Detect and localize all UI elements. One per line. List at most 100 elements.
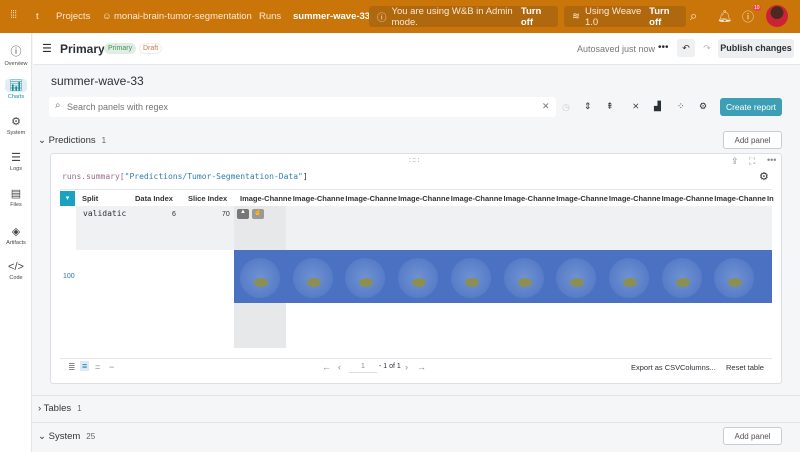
row-height-short-icon[interactable]: =	[95, 362, 100, 372]
breadcrumb-project[interactable]: monai-brain-tumor-segmentation	[114, 11, 252, 22]
segmentation-image[interactable]	[556, 258, 597, 298]
column-header[interactable]: In	[767, 194, 774, 203]
sidebar: ⓘ Overview 📊︎ Charts ⚙ System ☰ Logs ▤ Files …	[0, 33, 32, 452]
menu-icon[interactable]: ☰	[42, 42, 52, 55]
chevron-down-icon: ⌄	[38, 135, 49, 146]
prev-page-icon[interactable]: ‹	[338, 362, 341, 372]
sidebar-item-system[interactable]: ⚙ System	[0, 115, 32, 136]
gear-icon[interactable]: ⚙	[759, 170, 769, 183]
search-input[interactable]	[67, 99, 537, 114]
row-height-medium-icon[interactable]: ≡	[80, 361, 90, 371]
page-input[interactable]	[349, 361, 377, 373]
first-page-icon[interactable]: ←	[322, 362, 331, 372]
section-tables[interactable]: › Tables 1	[38, 403, 82, 414]
breadcrumb-projects[interactable]: Projects	[56, 11, 90, 22]
clear-icon[interactable]: ✕	[542, 101, 550, 112]
sidebar-item-code[interactable]: </> Code	[0, 261, 32, 281]
column-header[interactable]: Image-Channe	[293, 194, 345, 203]
cell-slice-index: 70	[222, 211, 230, 218]
sidebar-item-artifacts[interactable]: ◈ Artifacts	[0, 225, 32, 246]
info-icon: ⓘ	[10, 46, 22, 58]
sidebar-item-logs[interactable]: ☰ Logs	[0, 151, 32, 172]
help-icon[interactable]: ⓘ	[742, 8, 754, 25]
column-header[interactable]: Split	[82, 194, 98, 203]
next-page-icon[interactable]: ›	[405, 362, 408, 372]
breadcrumb-runs[interactable]: Runs	[259, 11, 281, 22]
bell-icon[interactable]: 🔔︎	[717, 9, 732, 23]
cursor-hand-icon[interactable]: ☝	[252, 209, 264, 219]
breadcrumb-entity[interactable]: t	[36, 11, 39, 22]
column-header[interactable]: Image-Channe	[398, 194, 450, 203]
row-height-min-icon[interactable]: −	[109, 362, 114, 372]
history-icon[interactable]: ◷	[562, 102, 570, 113]
avatar[interactable]	[766, 5, 788, 27]
query-expression[interactable]: runs.summary["Predictions/Tumor-Segmenta…	[62, 172, 308, 181]
weave-notice: ≋ Using Weave 1.0 Turn off	[564, 6, 686, 28]
publish-changes-button[interactable]: Publish changes	[718, 39, 794, 58]
column-header[interactable]: Image-Channe	[240, 194, 292, 203]
wandb-logo-icon[interactable]: ⁞⁞⁞	[10, 9, 17, 21]
primary-badge: Primary	[104, 43, 137, 54]
column-header[interactable]: Image-Channe	[504, 194, 556, 203]
column-header[interactable]: Slice Index	[188, 194, 227, 203]
x-axis-icon[interactable]: ⨯	[632, 101, 640, 112]
create-report-button[interactable]: Create report	[720, 98, 782, 116]
expand-sections-icon[interactable]: ⇕	[584, 101, 592, 112]
drag-handle-icon[interactable]: ∷∷	[409, 156, 419, 165]
column-header[interactable]: Data Index	[135, 194, 173, 203]
collapse-sections-icon[interactable]: ⇞	[606, 101, 614, 112]
cell-split: validatic	[83, 209, 127, 218]
sidebar-item-files[interactable]: ▤ Files	[0, 187, 32, 208]
sidebar-item-charts[interactable]: 📊︎ Charts	[0, 79, 32, 100]
more-icon[interactable]: •••	[767, 155, 776, 165]
table-row[interactable]	[76, 206, 772, 250]
settings-icon[interactable]: ⚙	[699, 101, 707, 112]
column-header[interactable]: Image-Channe	[345, 194, 397, 203]
add-panel-button[interactable]: Add panel	[723, 131, 782, 149]
smoothing-icon[interactable]: ▟	[654, 101, 661, 112]
draft-badge: Draft	[139, 43, 163, 54]
weave-turn-off-button[interactable]: Turn off	[649, 6, 678, 28]
row-height-tall-icon[interactable]: ≣	[68, 362, 76, 373]
segmentation-image[interactable]	[292, 258, 333, 298]
segmentation-image[interactable]	[661, 258, 702, 298]
reset-table-button[interactable]: Reset table	[726, 363, 764, 372]
more-icon[interactable]: •••	[658, 42, 669, 53]
panel-search: ⌕ ✕	[49, 97, 556, 117]
section-system[interactable]: ⌄ System 25	[38, 431, 95, 442]
cpu-icon: ⚙	[11, 116, 21, 128]
breadcrumb-run[interactable]: summer-wave-33	[293, 11, 370, 22]
column-header[interactable]: Image-Channe	[662, 194, 714, 203]
layers-icon: ◈	[11, 226, 21, 238]
sidebar-item-overview[interactable]: ⓘ Overview	[0, 43, 32, 67]
column-header[interactable]: Image-Channe	[714, 194, 766, 203]
section-predictions[interactable]: ⌄ Predictions 1	[38, 135, 106, 146]
fullscreen-icon[interactable]: ⛶	[749, 156, 755, 167]
row-select-checkbox[interactable]: ▾	[60, 191, 75, 206]
column-header[interactable]: Image-Channe	[609, 194, 661, 203]
run-name: summer-wave-33	[51, 74, 144, 88]
page-count: - 1 of 1	[379, 363, 401, 370]
info-icon: ⓘ	[377, 12, 387, 24]
columns-button[interactable]: Columns...	[680, 363, 716, 372]
image-icon[interactable]: ▲	[237, 209, 249, 219]
undo-icon[interactable]: ↶	[677, 39, 695, 57]
redo-icon[interactable]: ↷	[698, 39, 716, 57]
workspace-header: ☰ Primary Primary Draft Autosaved just n…	[33, 33, 800, 65]
top-bar: ⁞⁞⁞ t Projects ☺ monai-brain-tumor-segme…	[0, 0, 800, 33]
code-icon: </>	[8, 261, 24, 273]
last-page-icon[interactable]: →	[417, 362, 426, 372]
segmentation-image[interactable]	[608, 258, 649, 298]
segmentation-image[interactable]	[398, 258, 439, 298]
column-header[interactable]: Image-Channe	[451, 194, 503, 203]
column-header[interactable]: Image-Channe	[556, 194, 608, 203]
add-panel-button[interactable]: Add panel	[723, 427, 782, 445]
admin-turn-off-button[interactable]: Turn off	[521, 6, 550, 28]
export-csv-button[interactable]: Export as CSV	[631, 363, 680, 372]
search-icon[interactable]: ⌕	[690, 8, 697, 24]
scatter-icon[interactable]: ⁘	[677, 101, 685, 112]
segmentation-image[interactable]	[503, 258, 544, 298]
segmentation-image[interactable]	[240, 258, 280, 298]
share-icon[interactable]: ⇪	[731, 156, 739, 167]
segmentation-image[interactable]	[450, 258, 491, 298]
